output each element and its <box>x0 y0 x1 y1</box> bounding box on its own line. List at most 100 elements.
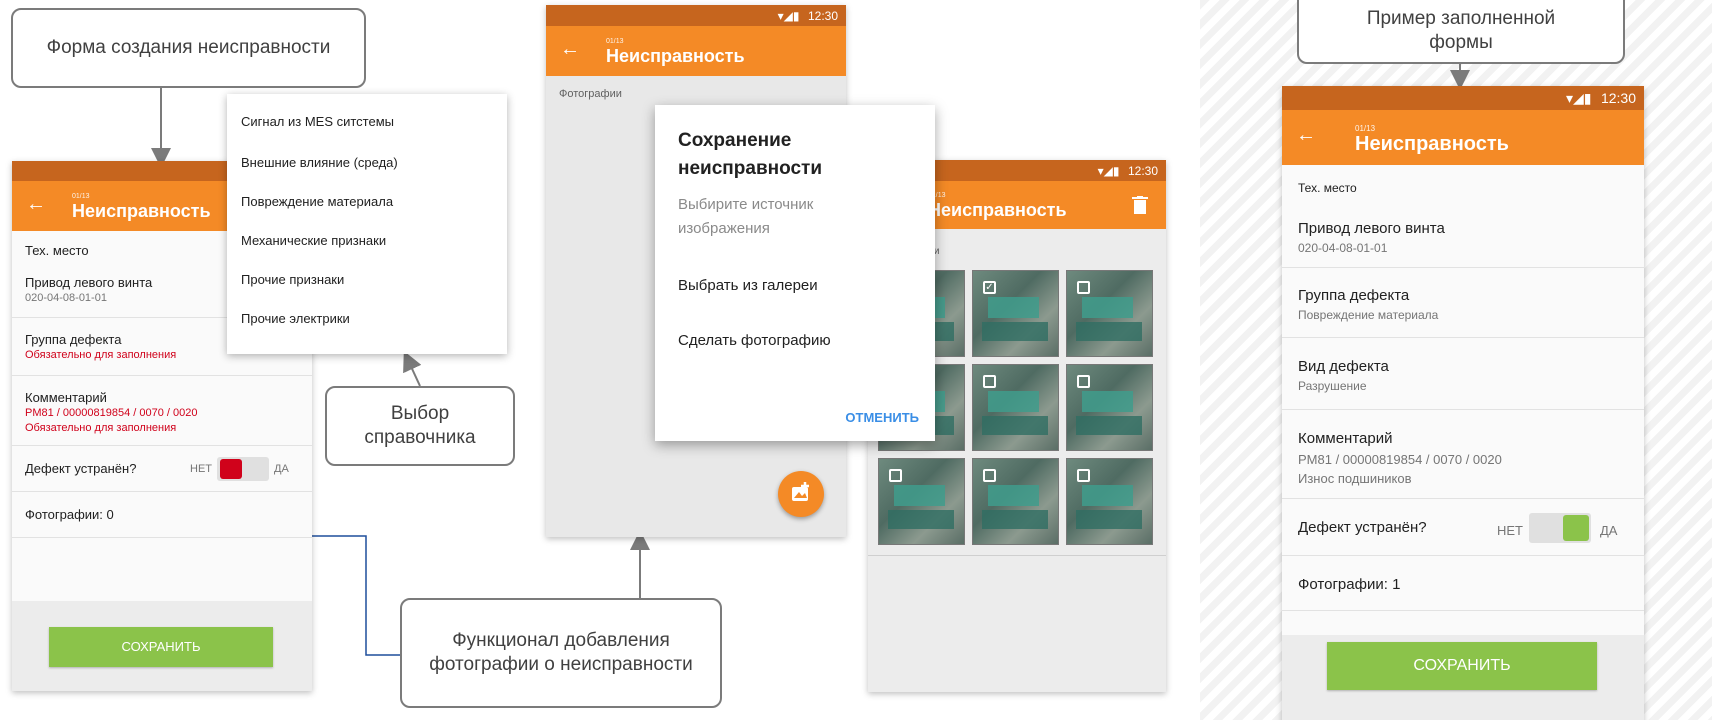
photo-thumb[interactable] <box>1066 458 1153 545</box>
record-counter: 01/13 <box>72 193 90 200</box>
dropdown-item[interactable]: Сигнал из MES ситстемы <box>241 114 394 129</box>
row-photos[interactable]: Фотографии: 1 <box>1282 556 1644 611</box>
row-defect-fixed: Дефект устранён? НЕТ ДА <box>1282 499 1644 556</box>
checkbox-icon[interactable] <box>1077 281 1090 294</box>
defect-group-label: Группа дефекта <box>1298 287 1410 304</box>
dialog-subtitle: Выбирите источник изображения <box>678 196 814 237</box>
status-icons: ▾◢▮ <box>777 9 800 23</box>
tech-place-title: Привод левого винта <box>1298 220 1445 237</box>
photos-label: Фотографии: 1 <box>1298 576 1400 593</box>
app-bar: ← 01/13 Неисправность <box>546 26 846 76</box>
row-defect-fixed: Дефект устранён? НЕТ ДА <box>12 446 312 492</box>
defect-fixed-label: Дефект устранён? <box>1298 519 1427 536</box>
blue-connector <box>312 535 400 656</box>
dropdown-item[interactable]: Прочие электрики <box>241 311 350 326</box>
image-source-dialog: Сохранение неисправности Выбирите источн… <box>655 105 935 441</box>
page-title: Неисправность <box>928 200 1067 220</box>
checkbox-icon[interactable] <box>889 469 902 482</box>
toggle-knob <box>1563 515 1589 541</box>
back-arrow-icon[interactable]: ← <box>1296 124 1316 147</box>
photo-thumb[interactable] <box>972 364 1059 451</box>
dropdown-item[interactable]: Прочие признаки <box>241 272 344 287</box>
toggle-yes-label: ДА <box>274 463 289 475</box>
gallery-divider <box>868 555 1166 556</box>
save-button[interactable]: СОХРАНИТЬ <box>1327 642 1597 690</box>
option-camera[interactable]: Сделать фотографию <box>678 332 831 349</box>
comment-code: PM81 / 00000819854 / 0070 / 0020 <box>1298 452 1502 467</box>
dropdown-item[interactable]: Повреждение материала <box>241 194 393 209</box>
status-icons: ▾◢▮ <box>1097 164 1120 178</box>
row-tech-place-label: Тех. место <box>1282 165 1644 201</box>
defect-fixed-label: Дефект устранён? <box>25 461 137 476</box>
defect-group-label: Группа дефекта <box>25 332 122 347</box>
callout-filled-example: Пример заполненной формы <box>1297 0 1625 64</box>
record-counter: 01/13 <box>1355 124 1376 133</box>
checkbox-icon[interactable] <box>1077 375 1090 388</box>
photos-count: 1 <box>1392 576 1401 593</box>
photos-label-text: Фотографии: <box>25 507 103 522</box>
photo-thumb[interactable] <box>1066 364 1153 451</box>
toggle-no-label: НЕТ <box>190 463 212 475</box>
photos-label: Фотографии: 0 <box>25 507 114 522</box>
add-photo-fab[interactable] <box>778 471 824 517</box>
checkbox-icon[interactable] <box>1077 469 1090 482</box>
page-title: Неисправность <box>72 201 211 221</box>
checkbox-icon[interactable] <box>983 375 996 388</box>
back-arrow-icon[interactable]: ← <box>560 38 580 61</box>
comment-label: Комментарий <box>1298 430 1393 447</box>
photo-thumb[interactable]: ✓ <box>972 270 1059 357</box>
save-button[interactable]: СОХРАНИТЬ <box>49 627 273 667</box>
status-time: 12:30 <box>1127 164 1158 178</box>
row-comment[interactable]: Комментарий PM81 / 00000819854 / 0070 / … <box>12 376 312 446</box>
photo-thumb[interactable] <box>878 458 965 545</box>
app-bar: ← 01/13 Неисправность <box>1282 110 1644 165</box>
toggle-yes-label: ДА <box>1600 523 1618 538</box>
defect-group-value: Повреждение материала <box>1298 308 1439 322</box>
toggle-no-label: НЕТ <box>1497 523 1523 538</box>
photo-thumb[interactable] <box>972 458 1059 545</box>
defect-group-required: Обязательно для заполнения <box>25 349 177 361</box>
row-tech-place[interactable]: Привод левого винта 020-04-08-01-01 <box>1282 201 1644 268</box>
filled-form-list: Тех. место Привод левого винта 020-04-08… <box>1282 165 1644 635</box>
comment-required: Обязательно для заполнения <box>25 422 177 434</box>
defect-fixed-toggle[interactable] <box>1529 513 1591 543</box>
dropdown-item[interactable]: Механические признаки <box>241 233 386 248</box>
trash-icon[interactable] <box>1132 196 1148 214</box>
photo-thumb[interactable] <box>1066 270 1153 357</box>
tech-place-title: Привод левого винта <box>25 275 153 290</box>
page-title: Неисправность <box>606 46 745 66</box>
row-defect-group[interactable]: Группа дефекта Повреждение материала <box>1282 268 1644 338</box>
status-bar: ▾◢▮ 12:30 <box>1282 86 1644 110</box>
defect-fixed-toggle[interactable] <box>217 457 269 481</box>
arrow-catalog <box>403 350 422 387</box>
callout-photo: Функционал добавления фотографии о неисп… <box>400 598 722 708</box>
tech-place-label: Тех. место <box>1298 181 1357 195</box>
dialog-title: Сохранение неисправности <box>678 130 823 179</box>
photos-count: 0 <box>106 507 114 522</box>
row-defect-type[interactable]: Вид дефекта Разрушение <box>1282 338 1644 410</box>
checkbox-icon[interactable] <box>983 469 996 482</box>
tech-place-code: 020-04-08-01-01 <box>25 292 107 304</box>
record-counter: 01/13 <box>606 38 624 45</box>
option-gallery[interactable]: Выбрать из галереи <box>678 277 818 294</box>
back-arrow-icon[interactable]: ← <box>26 193 46 216</box>
catalog-dropdown: Сигнал из MES ситстемы Внешние влияние (… <box>227 94 507 354</box>
callout-catalog: Выбор справочника <box>325 386 515 466</box>
tech-place-label: Тех. место <box>25 243 89 258</box>
row-comment[interactable]: Комментарий PM81 / 00000819854 / 0070 / … <box>1282 410 1644 499</box>
photos-label-text: Фотографии: <box>1298 576 1388 593</box>
comment-label: Комментарий <box>25 390 107 405</box>
comment-code: PM81 / 00000819854 / 0070 / 0020 <box>25 407 198 419</box>
defect-type-value: Разрушение <box>1298 379 1367 393</box>
add-photo-icon <box>792 482 809 501</box>
checkbox-checked-icon[interactable]: ✓ <box>983 281 996 294</box>
callout-form-create: Форма создания неисправности <box>11 8 366 88</box>
cancel-button[interactable]: ОТМЕНИТЬ <box>845 410 919 425</box>
tech-place-code: 020-04-08-01-01 <box>1298 241 1388 255</box>
status-icons: ▾◢▮ <box>1566 90 1592 106</box>
toggle-knob <box>220 459 242 479</box>
dropdown-item[interactable]: Внешние влияние (среда) <box>241 155 398 170</box>
row-photos[interactable]: Фотографии: 0 <box>12 492 312 538</box>
comment-text: Износ подшиников <box>1298 471 1412 486</box>
screen-canvas: ← 01/13 Неисправность Тех. место Привод … <box>0 0 1712 720</box>
